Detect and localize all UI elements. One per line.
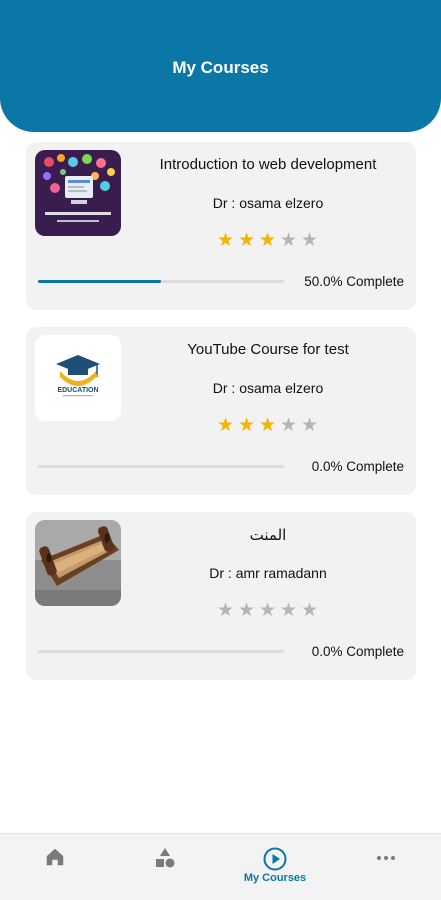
star-filled-icon: ★ <box>216 230 236 251</box>
star-empty-icon: ★ <box>216 600 236 621</box>
course-title: Introduction to web development <box>159 156 377 173</box>
bottom-navigation: My Courses <box>0 833 441 900</box>
nav-home[interactable] <box>0 834 110 900</box>
more-icon <box>331 846 441 872</box>
star-empty-icon: ★ <box>237 600 257 621</box>
progress-fill <box>38 280 161 283</box>
course-thumbnail <box>35 520 121 606</box>
course-title: المنت <box>249 527 287 544</box>
progress-bar <box>38 465 284 468</box>
page-title: My Courses <box>172 58 269 77</box>
progress-bar <box>38 650 284 653</box>
star-empty-icon: ★ <box>258 600 278 621</box>
course-thumbnail: EDUCATION <box>35 335 121 421</box>
nav-categories[interactable] <box>110 834 220 900</box>
star-filled-icon: ★ <box>216 415 236 436</box>
progress-label: 0.0% Complete <box>311 459 404 474</box>
course-instructor: Dr : amr ramadann <box>209 565 327 581</box>
nav-more[interactable] <box>331 834 441 900</box>
home-icon <box>0 846 110 872</box>
course-card[interactable]: المنت Dr : amr ramadann ★ ★ ★ ★ ★ 0.0% Compl… <box>26 512 416 680</box>
star-rating: ★ ★ ★ ★ ★ <box>128 601 408 621</box>
course-card[interactable]: EDUCATION YouTube Course for test Dr : o… <box>26 327 416 495</box>
course-instructor: Dr : osama elzero <box>212 195 324 211</box>
course-list: Introduction to web development Dr : osa… <box>26 142 416 697</box>
course-title: YouTube Course for test <box>187 341 349 358</box>
star-empty-icon: ★ <box>279 230 299 251</box>
course-instructor: Dr : osama elzero <box>212 380 324 396</box>
nav-label: My Courses <box>243 872 307 884</box>
star-rating: ★ ★ ★ ★ ★ <box>128 231 408 251</box>
star-empty-icon: ★ <box>279 600 299 621</box>
star-empty-icon: ★ <box>300 415 320 436</box>
course-thumbnail <box>35 150 121 236</box>
star-filled-icon: ★ <box>258 415 278 436</box>
categories-icon <box>110 846 220 872</box>
progress-label: 50.0% Complete <box>304 274 404 289</box>
star-filled-icon: ★ <box>237 415 257 436</box>
app-header: My Courses <box>0 0 441 132</box>
star-filled-icon: ★ <box>237 230 257 251</box>
star-empty-icon: ★ <box>279 415 299 436</box>
star-empty-icon: ★ <box>300 230 320 251</box>
star-empty-icon: ★ <box>300 600 320 621</box>
star-rating: ★ ★ ★ ★ ★ <box>128 416 408 436</box>
nav-my-courses[interactable]: My Courses <box>220 834 330 900</box>
star-filled-icon: ★ <box>258 230 278 251</box>
progress-bar <box>38 280 284 283</box>
web-development-thumbnail <box>35 150 121 236</box>
wooden-tray-thumbnail <box>35 520 121 606</box>
education-logo-thumbnail: EDUCATION <box>35 335 121 421</box>
play-circle-icon <box>220 846 330 872</box>
course-card[interactable]: Introduction to web development Dr : osa… <box>26 142 416 310</box>
svg-text:EDUCATION: EDUCATION <box>57 387 98 394</box>
progress-label: 0.0% Complete <box>311 644 404 659</box>
